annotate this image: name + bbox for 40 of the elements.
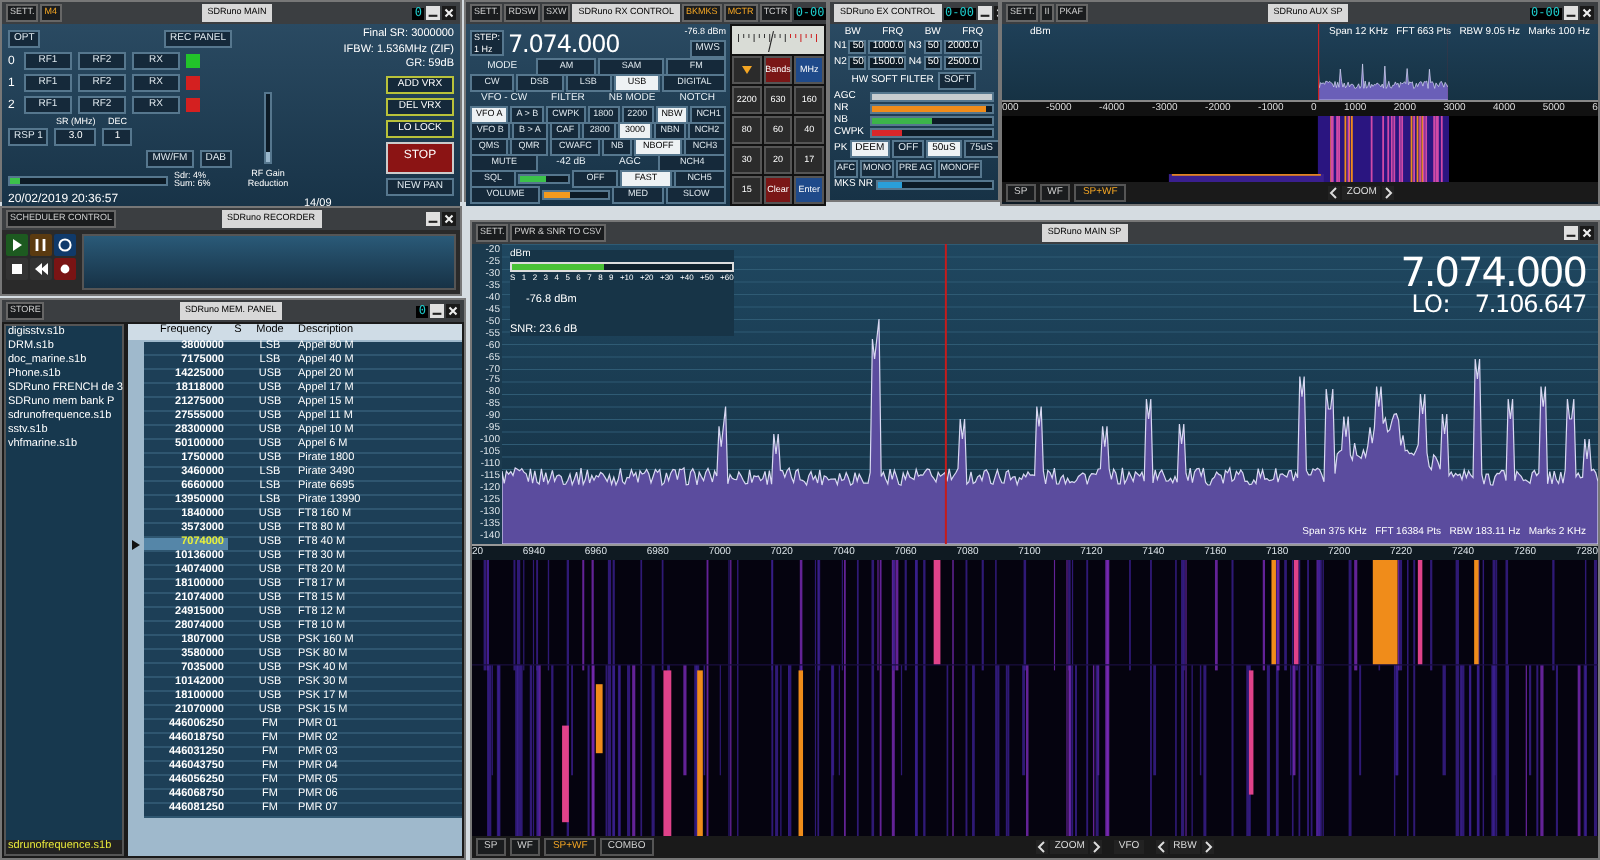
frequency-display: 7.074.000: [508, 31, 620, 55]
left-arrow-icon[interactable]: [1036, 840, 1049, 854]
close-icon[interactable]: [446, 304, 460, 318]
level-bar[interactable]: [518, 174, 571, 184]
close-icon[interactable]: [1580, 226, 1594, 240]
pause-icon[interactable]: [30, 234, 52, 256]
rewind-icon[interactable]: [30, 258, 52, 280]
caret-icon: [741, 66, 752, 74]
right-arrow-icon[interactable]: [1090, 840, 1103, 854]
left-arrow-icon[interactable]: [1155, 840, 1168, 854]
frequency-display: 7.074.000: [1400, 252, 1586, 292]
row-pointer-icon: [132, 540, 140, 550]
stop-icon[interactable]: [6, 258, 28, 280]
record-icon[interactable]: [54, 258, 76, 280]
lo-label: LO:: [1411, 292, 1451, 316]
spectrum-drawing: [1317, 24, 1449, 100]
keypad-key[interactable]: [732, 56, 762, 84]
minimize-icon[interactable]: [1564, 6, 1578, 20]
close-icon[interactable]: [442, 6, 456, 20]
minimize-icon[interactable]: [977, 6, 992, 20]
right-arrow-icon[interactable]: [1202, 840, 1215, 854]
right-arrow-icon[interactable]: [1382, 185, 1395, 199]
close-icon[interactable]: [442, 212, 456, 226]
loop-icon[interactable]: [54, 234, 76, 256]
lo-frequency: 7.106.647: [1474, 292, 1586, 316]
left-arrow-icon[interactable]: [1328, 185, 1341, 199]
s-meter-drawing: [732, 26, 824, 54]
level-bar[interactable]: [8, 175, 168, 185]
minimize-icon[interactable]: [1564, 226, 1578, 240]
minimize-icon[interactable]: [430, 304, 444, 318]
minimize-icon[interactable]: [426, 212, 440, 226]
level-bar[interactable]: [542, 190, 610, 200]
minimize-icon[interactable]: [426, 6, 440, 20]
level-bar[interactable]: [870, 116, 994, 126]
level-bar[interactable]: [870, 104, 994, 114]
level-bar[interactable]: [870, 128, 994, 138]
level-bar[interactable]: [876, 179, 994, 189]
play-icon[interactable]: [6, 234, 28, 256]
close-icon[interactable]: [1580, 6, 1594, 20]
rf-gain-slider[interactable]: [264, 91, 272, 164]
